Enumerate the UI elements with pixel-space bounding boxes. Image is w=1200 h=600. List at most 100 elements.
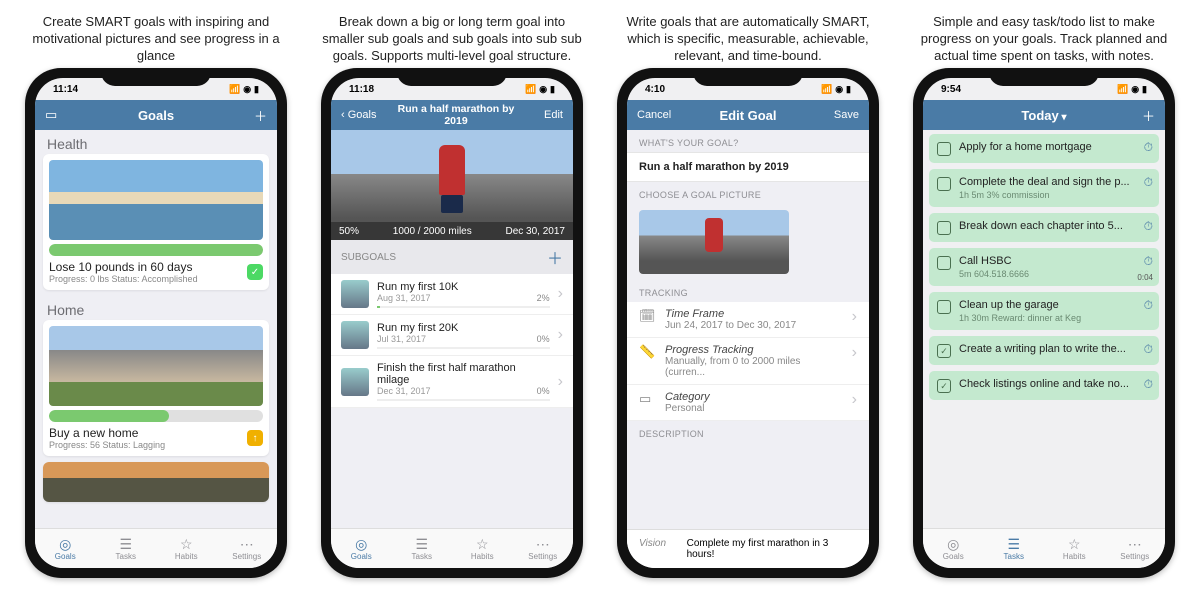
task-row[interactable]: Complete the deal and sign the p... 1h 5… — [929, 169, 1159, 207]
task-row[interactable]: Apply for a home mortgage ⏱ — [929, 134, 1159, 163]
tab-habits[interactable]: ☆Habits — [452, 529, 513, 568]
add-button[interactable]: ＋ — [1142, 106, 1155, 125]
tab-goals[interactable]: ◎Goals — [331, 529, 392, 568]
checkbox[interactable] — [937, 221, 951, 235]
tab-settings[interactable]: ⋯Settings — [217, 529, 278, 568]
content[interactable]: Apply for a home mortgage ⏱ Complete the… — [923, 130, 1165, 528]
subgoal-pct: 0% — [537, 386, 550, 396]
task-sub: 1h 5m 3% commission — [959, 190, 1151, 200]
dots-icon: ⋯ — [536, 537, 550, 551]
vision-value: Complete my first marathon in 3 hours! — [687, 538, 857, 560]
task-title: Create a writing plan to write the... — [959, 343, 1151, 355]
goal-text-input[interactable]: Run a half marathon by 2019 — [627, 152, 869, 182]
progress-value: Manually, from 0 to 2000 miles (curren..… — [665, 356, 842, 378]
tab-goals[interactable]: ◎Goals — [35, 529, 96, 568]
task-row[interactable]: Clean up the garage 1h 30m Reward: dinne… — [929, 292, 1159, 330]
checkbox[interactable] — [937, 142, 951, 156]
notch — [989, 68, 1099, 86]
timer-icon[interactable]: ⏱ — [1144, 254, 1153, 269]
subgoal-title: Finish the first half marathon milage — [377, 362, 550, 386]
checkbox[interactable] — [937, 177, 951, 191]
timer-icon[interactable]: ⏱ — [1144, 175, 1153, 190]
add-button[interactable]: ＋ — [254, 106, 267, 125]
timer-icon[interactable]: ⏱ — [1144, 342, 1153, 357]
status-badge-ok: ✓ — [247, 264, 263, 280]
subgoal-pct: 2% — [537, 293, 550, 303]
cancel-button[interactable]: Cancel — [637, 109, 671, 121]
hero-progress: 1000 / 2000 miles — [393, 226, 472, 237]
subgoal-row[interactable]: Run my first 20K Jul 31, 2017 0% › — [331, 315, 573, 356]
timer-icon[interactable]: ⏱ — [1144, 140, 1153, 155]
edit-button[interactable]: Edit — [544, 109, 563, 121]
list-icon: ☰ — [1007, 537, 1020, 551]
notch — [693, 68, 803, 86]
content[interactable]: 50% 1000 / 2000 miles Dec 30, 2017 SUBGO… — [331, 130, 573, 528]
timer-icon[interactable]: ⏱ — [1144, 298, 1153, 313]
tab-settings[interactable]: ⋯Settings — [1105, 529, 1166, 568]
picture-picker[interactable] — [627, 204, 869, 280]
screen: 11:14 📶◉▮ ▭ Goals ＋ Health Lose 10 pound… — [35, 78, 277, 568]
tab-settings[interactable]: ⋯Settings — [513, 529, 574, 568]
subgoals-header: SUBGOALS ＋ — [331, 240, 573, 274]
back-button[interactable]: ‹ Goals — [341, 109, 376, 121]
checkbox-checked[interactable]: ✓ — [937, 344, 951, 358]
goal-card-health[interactable]: Lose 10 pounds in 60 days Progress: 0 lb… — [43, 154, 269, 290]
progress-fill — [49, 244, 263, 256]
nav-title-dropdown[interactable]: Today — [979, 108, 1109, 123]
description-header: DESCRIPTION — [627, 421, 869, 443]
notch — [101, 68, 211, 86]
caption: Break down a big or long term goal into … — [314, 10, 590, 68]
tab-tasks[interactable]: ☰Tasks — [96, 529, 157, 568]
progress-fill — [49, 410, 169, 422]
chevron-right-icon: › — [852, 344, 857, 362]
folder-icon[interactable]: ▭ — [45, 107, 57, 123]
dots-icon: ⋯ — [1128, 537, 1142, 551]
progress-tracking-row[interactable]: 📏 Progress Tracking Manually, from 0 to … — [627, 338, 869, 385]
task-title: Call HSBC — [959, 255, 1151, 267]
timeframe-label: Time Frame — [665, 308, 842, 320]
content[interactable]: Health Lose 10 pounds in 60 days Progres… — [35, 130, 277, 528]
save-button[interactable]: Save — [834, 109, 859, 121]
add-subgoal-button[interactable]: ＋ — [547, 245, 563, 269]
timeframe-row[interactable]: 🗓 Time Frame Jun 24, 2017 to Dec 30, 201… — [627, 302, 869, 338]
task-row[interactable]: Break down each chapter into 5... ⏱ — [929, 213, 1159, 242]
screen: 11:18 📶◉▮ ‹ Goals Run a half marathon by… — [331, 78, 573, 568]
tab-tasks[interactable]: ☰Tasks — [984, 529, 1045, 568]
subgoal-row[interactable]: Finish the first half marathon milage De… — [331, 356, 573, 408]
hero-date: Dec 30, 2017 — [506, 226, 566, 237]
timer-icon[interactable]: ⏱ — [1144, 219, 1153, 234]
checkbox[interactable] — [937, 300, 951, 314]
tab-habits[interactable]: ☆Habits — [156, 529, 217, 568]
task-row[interactable]: Call HSBC 5m 604.518.6666 ⏱ 0:04 — [929, 248, 1159, 286]
task-row[interactable]: ✓ Check listings online and take no... ⏱ — [929, 371, 1159, 400]
checkbox-checked[interactable]: ✓ — [937, 379, 951, 393]
task-row[interactable]: ✓ Create a writing plan to write the... … — [929, 336, 1159, 365]
battery-icon: ▮ — [254, 84, 259, 94]
hero-image: 50% 1000 / 2000 miles Dec 30, 2017 — [331, 130, 573, 240]
vision-row[interactable]: Vision Complete my first marathon in 3 h… — [627, 529, 869, 568]
checkbox[interactable] — [937, 256, 951, 270]
panel-2: Break down a big or long term goal into … — [314, 10, 590, 590]
category-label: Category — [665, 391, 842, 403]
tab-bar: ◎Goals ☰Tasks ☆Habits ⋯Settings — [331, 528, 573, 568]
nav-title: Run a half marathon by 2019 — [395, 103, 517, 127]
target-icon: ◎ — [355, 537, 367, 551]
subgoal-row[interactable]: Run my first 10K Aug 31, 2017 2% › — [331, 274, 573, 315]
runner-figure — [705, 218, 723, 252]
timer-icon[interactable]: ⏱ — [1144, 377, 1153, 392]
category-row[interactable]: ▭ Category Personal › — [627, 385, 869, 421]
goal-card-extra[interactable] — [43, 462, 269, 502]
panel-1: Create SMART goals with inspiring and mo… — [18, 10, 294, 590]
picture-header: CHOOSE A GOAL PICTURE — [627, 182, 869, 204]
goal-card-home[interactable]: Buy a new home Progress: 56 Status: Lagg… — [43, 320, 269, 456]
content[interactable]: WHAT'S YOUR GOAL? Run a half marathon by… — [627, 130, 869, 529]
vision-label: Vision — [639, 538, 675, 560]
caption: Write goals that are automatically SMART… — [610, 10, 886, 68]
subgoal-thumb — [341, 321, 369, 349]
list-icon: ☰ — [119, 537, 132, 551]
goal-image — [49, 326, 263, 406]
tab-tasks[interactable]: ☰Tasks — [392, 529, 453, 568]
tab-goals[interactable]: ◎Goals — [923, 529, 984, 568]
wifi-icon: ◉ — [835, 84, 843, 94]
tab-habits[interactable]: ☆Habits — [1044, 529, 1105, 568]
